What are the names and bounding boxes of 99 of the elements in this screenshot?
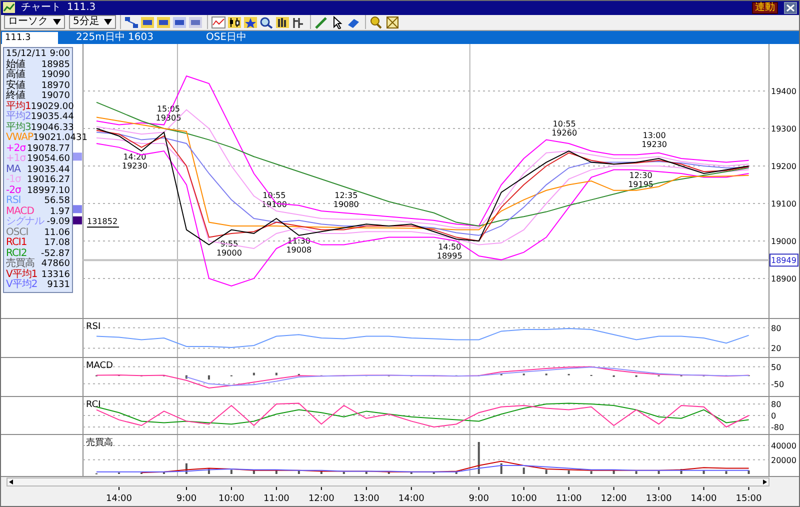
time-annotation: 12:35 xyxy=(334,190,358,200)
time-label: 12:00 xyxy=(600,494,627,504)
time-label: 9:00 xyxy=(468,494,489,504)
data-label: シグナル xyxy=(6,217,44,228)
window-title: チャート xyxy=(21,2,61,14)
instrument-label: 225m日中 1603 xyxy=(75,32,154,44)
price-annotation: 19008 xyxy=(286,246,312,255)
time-annotation: 12:30 xyxy=(629,171,652,180)
time-label: 10:00 xyxy=(218,494,244,504)
axis-label: 19400 xyxy=(771,87,796,96)
data-value: 1.97 xyxy=(50,206,70,217)
axis-label: 19200 xyxy=(771,162,796,171)
axis-label: 40000 xyxy=(771,442,796,451)
axis-label: 80 xyxy=(771,400,782,410)
price-annotation: 18995 xyxy=(436,251,462,260)
data-label: 売買高 xyxy=(6,259,34,269)
symbol-label: 111.3 xyxy=(67,2,96,14)
data-value: 18970 xyxy=(41,80,70,91)
axis-label: 50 xyxy=(771,362,782,372)
panel-title: RCI xyxy=(86,400,101,410)
data-label: 安値 xyxy=(6,80,25,90)
price-annotation: 19195 xyxy=(628,180,654,189)
time-label: 14:00 xyxy=(398,494,424,504)
time-annotation: 13:00 xyxy=(642,130,666,140)
data-value: 19029.00 xyxy=(30,102,74,112)
time-label: 12:00 xyxy=(308,494,334,504)
data-label: +2σ xyxy=(6,144,26,154)
axis-label: 80 xyxy=(771,324,782,333)
data-value: 19035.44 xyxy=(30,112,74,122)
data-value: 19035.44 xyxy=(27,164,70,175)
data-label: 平均2 xyxy=(6,112,31,122)
price-annotation: 19230 xyxy=(642,140,668,149)
data-value: 18985 xyxy=(41,60,70,70)
data-label: +1σ xyxy=(6,154,26,164)
data-value: 56.58 xyxy=(44,196,70,206)
data-label: RSI xyxy=(6,196,21,206)
data-label: 始値 xyxy=(6,60,25,70)
ref-line-label: 18949 xyxy=(771,256,796,266)
time-label: 13:00 xyxy=(353,494,380,504)
data-label: 平均3 xyxy=(6,122,31,132)
data-label: -2σ xyxy=(6,186,21,196)
price-annotation: 19260 xyxy=(552,128,578,138)
panel-title: RSI xyxy=(86,322,101,332)
data-label: 平均1 xyxy=(6,102,31,112)
data-value: 19054.60 xyxy=(27,154,70,164)
data-value: 47860 xyxy=(41,259,70,270)
axis-label: 20000 xyxy=(771,456,796,465)
time-label: 13:00 xyxy=(646,494,672,504)
time-label: 9:00 xyxy=(176,494,197,504)
axis-label: 19100 xyxy=(771,200,796,208)
current-price-label: 18949 xyxy=(770,254,798,267)
time-annotation: 10:55 xyxy=(552,120,576,129)
time-label: 11:00 xyxy=(556,494,582,504)
panel-title: 売買高 xyxy=(86,438,113,448)
data-value: 9131 xyxy=(47,280,70,290)
data-value: 13316 xyxy=(41,270,70,280)
data-label: -1σ xyxy=(6,175,21,186)
data-value: 19021.0431 xyxy=(33,133,88,144)
market-label: OSE日中 xyxy=(205,32,248,44)
data-value: 19046.33 xyxy=(30,122,74,132)
axis-label: -80 xyxy=(771,422,784,432)
date-text: 15/12/11 xyxy=(6,49,46,59)
data-label: 高値 xyxy=(6,70,25,80)
volume-note: 131852 xyxy=(86,217,120,228)
data-value: -9.09 xyxy=(46,217,70,228)
time-label: 14:00 xyxy=(106,494,132,504)
data-label: VWAP xyxy=(6,133,34,144)
data-label: MACD xyxy=(6,206,34,216)
data-value: 19078.77 xyxy=(27,144,70,154)
axis-label: 0 xyxy=(771,412,776,420)
price-annotation: 19000 xyxy=(216,248,242,258)
data-value: 19090 xyxy=(41,70,70,80)
price-annotation: 19080 xyxy=(333,200,359,209)
data-label: V平均2 xyxy=(6,280,38,290)
data-value: 19016.27 xyxy=(27,175,70,186)
price-annotation: 19230 xyxy=(122,161,148,170)
time-text: 9:00 xyxy=(50,49,70,60)
time-label: 10:00 xyxy=(510,494,537,504)
data-label: 終値 xyxy=(6,91,25,101)
axis-label: -50 xyxy=(771,380,784,389)
axis-label: 18900 xyxy=(771,274,796,284)
data-label: MA xyxy=(6,164,20,174)
data-label: V平均1 xyxy=(6,270,38,280)
panel-title: MACD xyxy=(86,361,113,371)
time-label: 15:00 xyxy=(736,494,762,504)
data-value: 17.08 xyxy=(44,238,70,248)
axis-label: 19300 xyxy=(771,124,796,134)
data-value: 11.06 xyxy=(44,228,70,238)
time-label: 11:00 xyxy=(263,494,290,504)
axis-label: 20 xyxy=(771,344,782,354)
data-label: OSCI xyxy=(6,228,28,238)
data-label: RCI1 xyxy=(6,238,27,248)
data-value: -52.87 xyxy=(40,248,70,259)
data-value: 18997.10 xyxy=(27,186,70,196)
data-label: RCI2 xyxy=(6,248,27,258)
axis-label: 19000 xyxy=(771,237,796,246)
time-annotation: 14:50 xyxy=(438,242,462,252)
time-label: 14:00 xyxy=(690,494,717,504)
data-value: 19070 xyxy=(41,91,70,102)
